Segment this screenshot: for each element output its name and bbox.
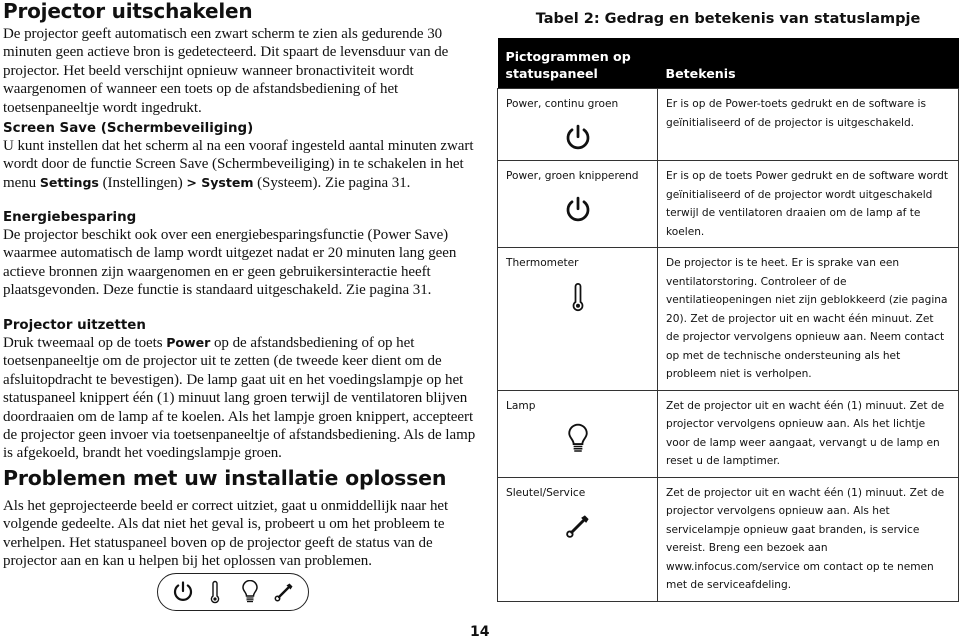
- table-caption: Tabel 2: Gedrag en betekenis van statusl…: [535, 11, 921, 27]
- column-header-pictogrammen: Pictogrammen op statuspaneel: [497, 38, 658, 89]
- row-meaning: Er is op de toets Power gedrukt en de so…: [657, 160, 959, 248]
- wrench-icon: [272, 580, 296, 604]
- table-row: Thermometer De projector is te heet. Er …: [497, 247, 959, 391]
- status-light-table: Pictogrammen op statuspaneel Betekenis P…: [497, 38, 959, 602]
- table-row: Lamp Zet de projector uit en wacht één (…: [497, 389, 959, 478]
- lamp-icon: [238, 580, 262, 604]
- thermometer-icon: [203, 580, 227, 604]
- row-name-cell: Power, groen knipperend: [497, 160, 658, 248]
- power-icon: [563, 122, 593, 154]
- lamp-icon: [563, 423, 593, 455]
- text-run: op de afstandsbediening of op het toetse…: [3, 335, 476, 462]
- section-body-problemen: Als het geprojecteerde beeld er correct …: [3, 498, 449, 570]
- thermometer-icon: [563, 281, 593, 313]
- row-meaning: Zet de projector uit en wacht één (1) mi…: [657, 389, 959, 478]
- section-title-problemen: Problemen met uw installatie oplossen: [3, 466, 447, 490]
- table-row: Sleutel/Service Zet de projector uit en …: [497, 476, 959, 602]
- text-run: (Systeem). Zie pagina 31.: [253, 174, 411, 191]
- section-title-projector-uitschakelen: Projector uitschakelen: [3, 0, 253, 23]
- text-run: Druk tweemaal op de toets: [3, 335, 167, 351]
- table-row: Power, groen knipperend Er is op de toet…: [497, 160, 959, 248]
- power-key-term: Power: [166, 335, 211, 350]
- text-run: (Instellingen): [98, 174, 187, 191]
- section-body-energiebesparing: De projector beschikt ook over een energ…: [3, 227, 457, 299]
- section-title-energiebesparing: Energiebesparing: [3, 210, 137, 225]
- page-number: 14: [470, 624, 490, 640]
- row-name: Lamp: [506, 399, 536, 412]
- table-header-row: Pictogrammen op statuspaneel Betekenis: [497, 38, 959, 89]
- row-name: Power, groen knipperend: [506, 170, 639, 182]
- section-body-projector-uitschakelen: De projector geeft automatisch een zwart…: [3, 26, 449, 116]
- row-name: Power, continu groen: [506, 98, 619, 110]
- power-icon: [563, 194, 593, 226]
- menu-settings-term: Settings: [39, 174, 99, 190]
- section-body-projector-uitzetten: Druk tweemaal op de toets Power op de af…: [3, 334, 479, 463]
- table-row: Power, continu groen Er is op de Power-t…: [497, 88, 959, 161]
- wrench-icon: [563, 510, 593, 542]
- section-title-screen-save: Screen Save (Schermbeveiliging): [3, 121, 254, 136]
- section-body-screen-save: U kunt instellen dat het scherm al na ee…: [3, 137, 479, 192]
- row-name: Sleutel/Service: [506, 486, 586, 499]
- row-name: Thermometer: [506, 257, 579, 269]
- power-icon: [171, 580, 195, 604]
- section-title-projector-uitzetten: Projector uitzetten: [3, 318, 146, 333]
- status-panel-illustration: [157, 573, 309, 611]
- column-header-betekenis: Betekenis: [657, 38, 959, 89]
- row-meaning: De projector is te heet. Er is sprake va…: [657, 247, 959, 391]
- row-name-cell: Lamp: [497, 389, 658, 478]
- menu-system-term: > System: [186, 174, 254, 190]
- row-meaning: Zet de projector uit en wacht één (1) mi…: [657, 476, 959, 602]
- row-name-cell: Thermometer: [497, 247, 658, 391]
- row-name-cell: Power, continu groen: [497, 88, 658, 161]
- row-meaning: Er is op de Power-toets gedrukt en de so…: [657, 88, 959, 161]
- row-name-cell: Sleutel/Service: [497, 476, 658, 602]
